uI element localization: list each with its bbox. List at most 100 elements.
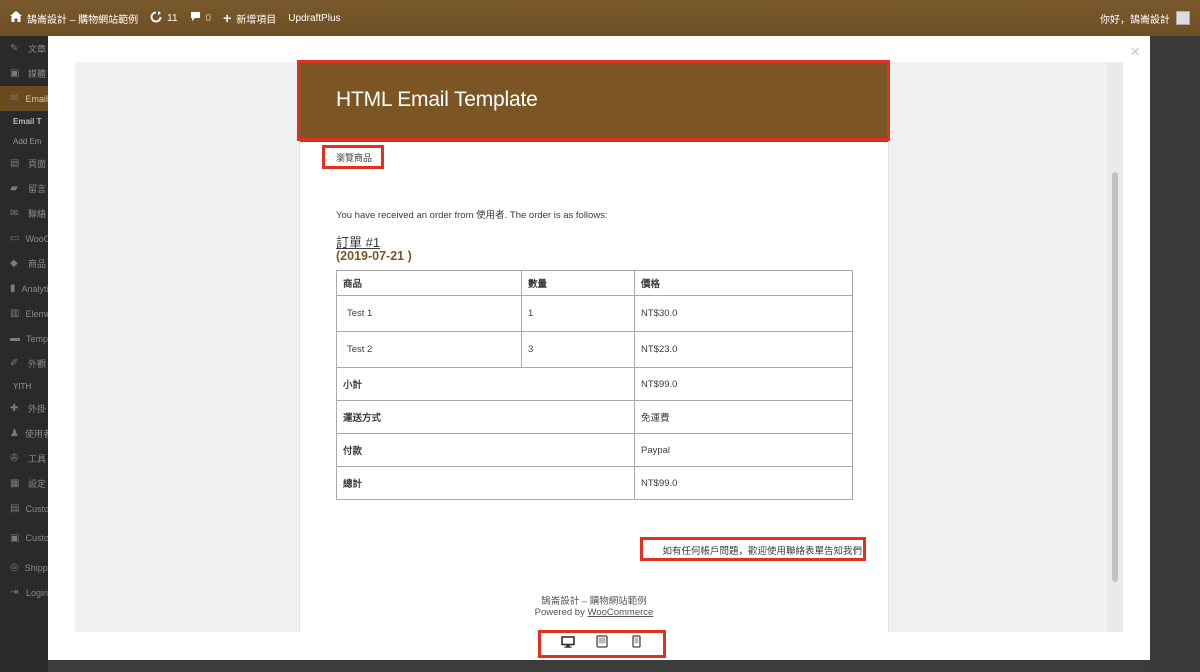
close-icon[interactable]: × <box>1130 42 1140 62</box>
footer-site-name: 鵠崙設計 – 購物網站範例 <box>541 596 647 607</box>
total-row: 總計 NT$99.0 <box>336 466 853 500</box>
wrench-icon: ✇ <box>10 453 19 464</box>
admin-bar: 鵠崙設計 – 購物網站範例 11 0 + 新增項目 UpdraftPlus 你好… <box>0 0 1200 37</box>
page-background-right <box>1150 36 1200 672</box>
email-icon: ✉ <box>10 93 19 104</box>
avatar <box>1176 11 1190 25</box>
new-content-label: 新增項目 <box>236 14 277 26</box>
elementor-icon: ▥ <box>10 308 20 319</box>
order-date: (2019-07-21 ) <box>336 249 412 263</box>
sidebar-item-contact[interactable]: ✉ 聯絡 <box>0 201 48 226</box>
box-icon: ◆ <box>10 258 18 269</box>
sidebar-subitem-yith[interactable]: YITH <box>0 376 48 396</box>
comment-icon: ▰ <box>10 183 18 194</box>
item-name: Test 1 <box>336 295 522 332</box>
custom-icon: ▤ <box>10 503 20 514</box>
page-icon: ▤ <box>10 158 20 169</box>
site-name-label: 鵠崙設計 – 購物網站範例 <box>27 14 139 26</box>
sidebar-item-posts[interactable]: ✎ 文章 <box>0 36 48 61</box>
subtotal-row: 小計 NT$99.0 <box>336 367 853 401</box>
user-icon: ♟ <box>10 428 19 439</box>
comments-count: 0 <box>205 12 212 24</box>
ship-icon: ◎ <box>10 562 19 573</box>
sidebar-item-login[interactable]: ⇥ Login <box>0 580 48 605</box>
sidebar-item-templates[interactable]: ▬Templates <box>0 326 48 351</box>
sidebar-item-elementor[interactable]: ▥Elementor <box>0 301 48 326</box>
sidebar-item-appearance[interactable]: ✐ 外觀 <box>0 351 48 376</box>
sidebar-item-shipping[interactable]: ◎Shipping <box>0 555 48 580</box>
order-items-table: 商品 數量 價格 Test 1 1 NT$30.0 Test 2 3 NT$23… <box>336 270 853 500</box>
media-icon: ▣ <box>10 68 20 79</box>
sidebar-item-users[interactable]: ♟ 使用者 <box>0 421 48 446</box>
sidebar-item-products[interactable]: ◆ 商品 <box>0 251 48 276</box>
sidebar-item-media[interactable]: ▣ 媒體 <box>0 61 48 86</box>
tab-icon: ▣ <box>10 532 20 544</box>
total-label: 總計 <box>336 466 635 500</box>
highlight-box-contact <box>640 537 866 561</box>
home-icon <box>10 11 22 25</box>
order-intro-text: You have received an order from 使用者. The… <box>336 210 608 221</box>
subtotal-value: NT$99.0 <box>634 367 853 401</box>
preview-viewport: HTML Email Template 瀏覽商品 You have receiv… <box>75 60 1123 632</box>
total-value: NT$99.0 <box>634 466 853 500</box>
site-name-link[interactable]: 鵠崙設計 – 購物網站範例 <box>0 0 144 36</box>
item-quantity: 3 <box>521 331 635 368</box>
account-menu[interactable]: 你好，鵠崙設計 <box>1100 0 1190 36</box>
sidebar-item-plugins[interactable]: ✚ 外掛 <box>0 396 48 421</box>
preview-scrollbar[interactable] <box>1107 62 1123 632</box>
column-header-quantity: 數量 <box>521 270 635 296</box>
sidebar-item-analytics[interactable]: ▮Analytics <box>0 276 48 301</box>
column-header-price: 價格 <box>634 270 853 296</box>
payment-label: 付款 <box>336 433 635 467</box>
sidebar-subitem-email-templates[interactable]: Email T <box>0 111 48 131</box>
woo-icon: ▭ <box>10 233 20 244</box>
new-content-link[interactable]: + 新增項目 <box>217 0 282 36</box>
scrollbar-thumb[interactable] <box>1112 172 1118 582</box>
woocommerce-link[interactable]: WooCommerce <box>587 607 653 618</box>
column-header-product: 商品 <box>336 270 522 296</box>
plug-icon: ✚ <box>10 403 19 414</box>
item-price: NT$30.0 <box>634 295 853 332</box>
comment-icon <box>190 11 201 25</box>
refresh-icon <box>150 10 162 26</box>
highlight-box-browse-link <box>322 145 384 169</box>
settings-icon: ▦ <box>10 478 20 489</box>
login-icon: ⇥ <box>10 587 19 598</box>
device-switcher <box>538 630 666 658</box>
sidebar-item-email[interactable]: ✉ Email <box>0 86 48 111</box>
email-preview-modal: × HTML Email Template 瀏覽商品 You have rece… <box>48 36 1150 660</box>
subtotal-label: 小計 <box>336 367 635 401</box>
shipping-label: 運送方式 <box>336 400 635 434</box>
highlight-box-header <box>297 60 890 141</box>
shipping-row: 運送方式 免運費 <box>336 400 853 434</box>
payment-value: Paypal <box>634 433 853 467</box>
sidebar-item-tools[interactable]: ✇ 工具 <box>0 446 48 471</box>
updates-link[interactable]: 11 <box>144 0 183 36</box>
footer-powered-by: Powered by WooCommerce <box>300 607 888 618</box>
updraftplus-link[interactable]: UpdraftPlus <box>282 0 346 36</box>
sidebar-item-woocommerce[interactable]: ▭WooCommerce <box>0 226 48 251</box>
powered-by-prefix: Powered by <box>534 607 588 618</box>
sidebar-item-comments[interactable]: ▰ 留言 <box>0 176 48 201</box>
shipping-value: 免運費 <box>634 400 853 434</box>
sidebar-subitem-add-email[interactable]: Add Em <box>0 131 48 151</box>
table-header-row: 商品 數量 價格 <box>336 270 853 296</box>
item-name: Test 2 <box>336 331 522 368</box>
comments-link[interactable]: 0 <box>184 0 218 36</box>
updraftplus-label: UpdraftPlus <box>288 12 341 24</box>
table-row: Test 2 3 NT$23.0 <box>336 331 853 368</box>
admin-sidebar: ✎ 文章 ▣ 媒體 ✉ Email Email T Add Em ▤ 頁面 ▰ 留言 ✉ 聯… <box>0 36 48 672</box>
sidebar-item-pages[interactable]: ▤ 頁面 <box>0 151 48 176</box>
sidebar-item-settings[interactable]: ▦ 設定 <box>0 471 48 496</box>
item-quantity: 1 <box>521 295 635 332</box>
table-row: Test 1 1 NT$30.0 <box>336 295 853 332</box>
brush-icon: ✐ <box>10 358 19 369</box>
plus-icon: + <box>223 10 232 26</box>
mail-icon: ✉ <box>10 208 19 219</box>
sidebar-item-custom-tab[interactable]: ▣Custom Tab <box>0 521 48 555</box>
greeting-label: 你好，鵠崙設計 <box>1100 14 1170 26</box>
email-body: HTML Email Template 瀏覽商品 You have receiv… <box>297 60 890 632</box>
folder-icon: ▬ <box>10 333 20 344</box>
sidebar-item-custom[interactable]: ▤Custom <box>0 496 48 521</box>
highlight-box-device-switcher <box>538 630 666 658</box>
